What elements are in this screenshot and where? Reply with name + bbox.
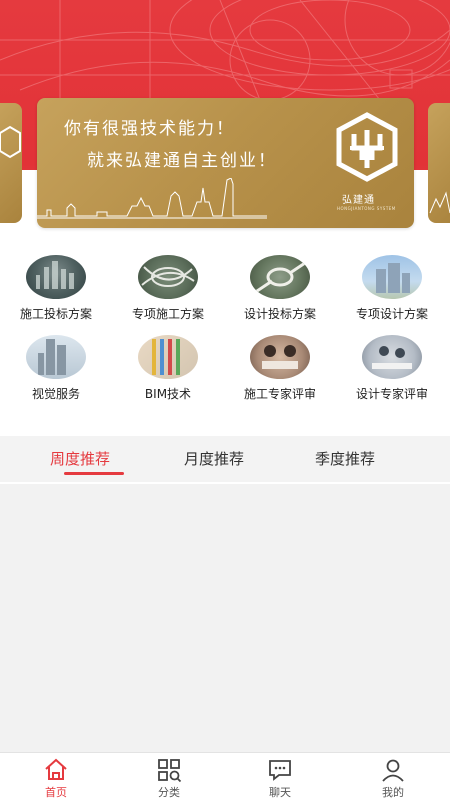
nav-chat-label: 聊天 <box>269 786 291 799</box>
category-design-review[interactable]: 设计专家评审 <box>336 335 448 402</box>
meeting-photo-icon <box>250 335 310 379</box>
banner-next-peek[interactable] <box>428 103 450 223</box>
banner-prev-peek[interactable] <box>0 103 22 223</box>
recommend-content <box>0 484 450 754</box>
banner-subheadline: 就来弘建通自主创业！ <box>87 151 277 171</box>
category-label: BIM技术 <box>144 387 192 401</box>
city-skyline-icon <box>37 178 267 219</box>
banner-headline: 你有很强技术能力！ <box>64 119 235 139</box>
category-label: 设计投标方案 <box>243 307 316 321</box>
category-bim[interactable]: BIM技术 <box>112 335 224 402</box>
nav-home[interactable]: 首页 <box>26 757 86 800</box>
grid-search-icon <box>158 759 182 783</box>
chat-icon <box>269 760 291 781</box>
category-label: 施工专家评审 <box>243 387 316 401</box>
pipes-photo-icon <box>138 335 198 379</box>
roundabout-photo-icon <box>250 255 310 299</box>
user-icon <box>382 759 404 782</box>
tab-quarterly[interactable]: 季度推荐 <box>315 448 375 469</box>
nav-chat[interactable]: 聊天 <box>250 757 310 800</box>
hongjiantong-logo-icon <box>336 112 398 182</box>
banner-brand-english: HONGJIANTONG SYSTEM <box>337 206 396 211</box>
nav-profile-label: 我的 <box>382 786 404 799</box>
interchange-photo-icon <box>138 255 198 299</box>
category-label: 视觉服务 <box>31 387 80 401</box>
tab-monthly[interactable]: 月度推荐 <box>184 448 244 469</box>
tab-weekly[interactable]: 周度推荐 <box>50 448 110 469</box>
bottom-navigation: 首页 分类 聊天 我的 <box>0 752 450 800</box>
nav-profile[interactable]: 我的 <box>363 757 423 800</box>
category-label: 专项设计方案 <box>355 307 428 321</box>
skyscraper-photo-icon <box>26 335 86 379</box>
promo-banner[interactable]: 你有很强技术能力！ 就来弘建通自主创业！ 弘建通 HONGJIANTONG SY… <box>37 98 414 228</box>
category-construction-bid[interactable]: 施工投标方案 <box>0 255 112 322</box>
nav-home-label: 首页 <box>45 786 67 799</box>
recommend-tabs: 周度推荐 月度推荐 季度推荐 <box>0 436 450 482</box>
category-label: 设计专家评审 <box>355 387 428 401</box>
category-construction-review[interactable]: 施工专家评审 <box>224 335 336 402</box>
buildings-photo-icon <box>362 255 422 299</box>
nav-category-label: 分类 <box>158 786 180 799</box>
nav-category[interactable]: 分类 <box>139 757 199 800</box>
category-grid: 施工投标方案 专项施工方案 设计投标方案 专项设计方案 视觉服务 BIM技术 施… <box>0 255 450 410</box>
category-special-construction[interactable]: 专项施工方案 <box>112 255 224 322</box>
city-aerial-photo-icon <box>26 255 86 299</box>
category-visual-service[interactable]: 视觉服务 <box>0 335 112 402</box>
banner-brand-name: 弘建通 <box>342 195 375 206</box>
category-special-design[interactable]: 专项设计方案 <box>336 255 448 322</box>
office-photo-icon <box>362 335 422 379</box>
active-tab-indicator <box>64 472 124 475</box>
home-icon <box>45 758 67 780</box>
category-label: 专项施工方案 <box>131 307 204 321</box>
category-design-bid[interactable]: 设计投标方案 <box>224 255 336 322</box>
category-label: 施工投标方案 <box>19 307 92 321</box>
